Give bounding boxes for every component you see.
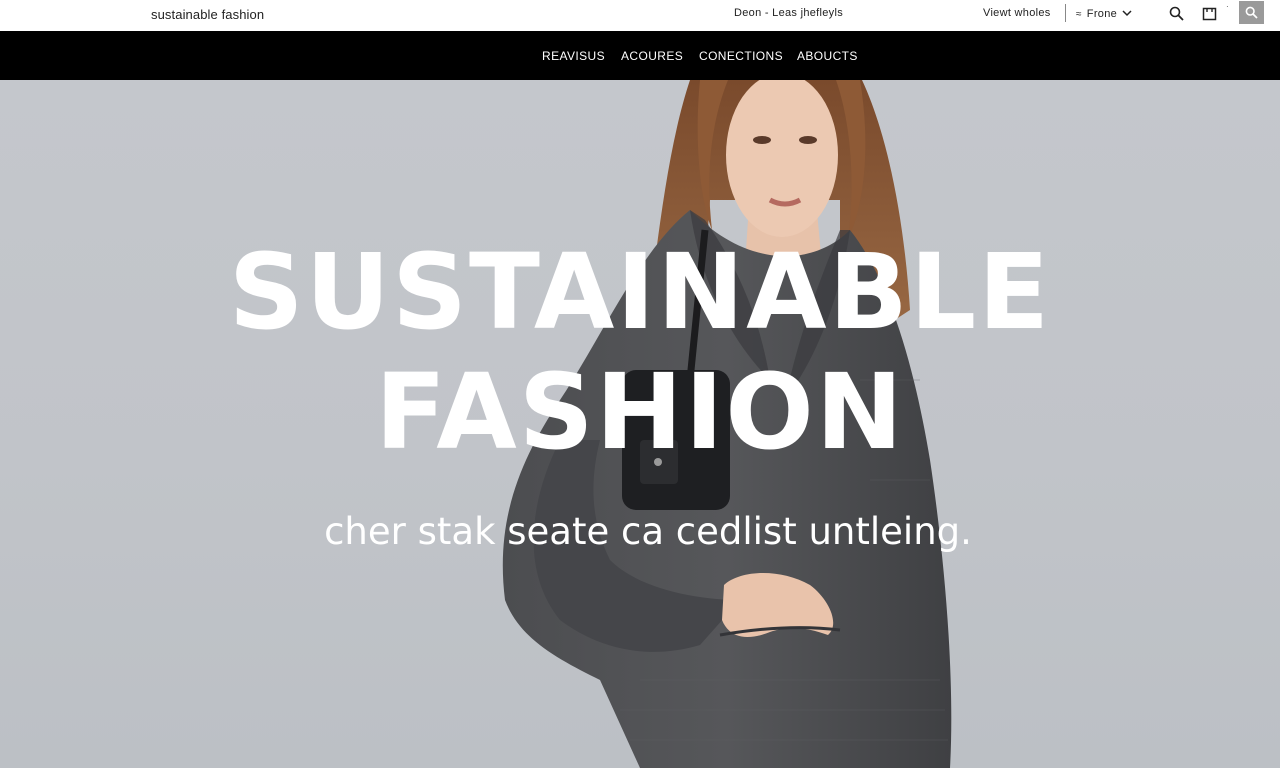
hero-headline-line2: FASHION xyxy=(375,351,905,473)
region-label: Frone xyxy=(1086,8,1118,20)
chevron-down-icon xyxy=(1122,8,1132,20)
dot-mark: · xyxy=(1226,2,1229,11)
hero-banner: SUSTAINABLE FASHION cher stak seate ca c… xyxy=(0,80,1280,768)
wishlist-link[interactable]: Viewt wholes xyxy=(983,7,1051,19)
search-icon xyxy=(1245,6,1258,19)
top-utility-bar: sustainable fashion Deon - Leas jhefleyl… xyxy=(0,0,1280,32)
nav-item-conections[interactable]: CONECTIONS xyxy=(699,49,783,63)
search-icon[interactable] xyxy=(1167,4,1185,22)
shopping-bag-icon[interactable] xyxy=(1200,4,1218,22)
brand-logo-text[interactable]: sustainable fashion xyxy=(151,7,264,22)
region-icon: ≈ xyxy=(1076,8,1082,20)
divider xyxy=(1065,4,1066,22)
promo-text: Deon - Leas jhefleyls xyxy=(734,7,844,19)
nav-item-reavisus[interactable]: REAVISUS xyxy=(542,49,605,63)
main-nav: REAVISUS ACOURES CONECTIONS ABOUCTS xyxy=(0,31,1280,80)
search-button[interactable] xyxy=(1239,1,1264,24)
nav-item-acoures[interactable]: ACOURES xyxy=(621,49,683,63)
nav-item-aboucts[interactable]: ABOUCTS xyxy=(797,49,858,63)
hero-tagline: cher stak seate ca cedlist untleing. xyxy=(324,510,972,553)
region-selector[interactable]: ≈ Frone xyxy=(1076,5,1132,23)
hero-headline-line1: SUSTAINABLE xyxy=(228,231,1052,353)
